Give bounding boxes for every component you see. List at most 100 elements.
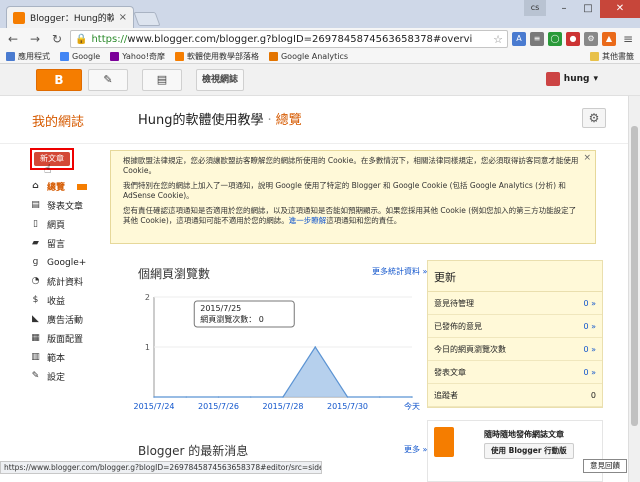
sidebar-item-template[interactable]: ▥ 範本	[30, 348, 130, 367]
tab-close-icon[interactable]: ×	[119, 12, 127, 23]
data-point	[153, 396, 155, 398]
bookmark-item[interactable]: Google Analytics	[268, 52, 348, 61]
new-tab-button[interactable]	[133, 12, 161, 26]
notice-paragraph: 根據歐盟法律規定，您必須讓歐盟訪客瞭解您的網誌所使用的 Cookie。在多數情況…	[123, 156, 579, 175]
bookmarks-bar: 應用程式 Google Yahoo!奇摩 軟體使用教學部落格 Google An…	[0, 50, 640, 64]
x-tick-label: 今天	[404, 401, 420, 411]
sidebar-item-settings[interactable]: ✎ 設定	[30, 367, 130, 386]
followers-count: 0	[590, 390, 596, 400]
bookmark-star-icon[interactable]: ☆	[493, 33, 503, 46]
updates-value-link[interactable]: 0 »	[583, 368, 596, 377]
gear-icon[interactable]: ⚙	[582, 108, 606, 128]
updates-value-link[interactable]: 0 »	[583, 345, 596, 354]
chrome-menu-icon[interactable]: ≡	[620, 32, 636, 46]
hand-cursor-icon: ☝	[44, 162, 52, 176]
blogger-logo-button[interactable]: B	[36, 69, 82, 91]
updates-row: 發表文章 0 »	[428, 361, 602, 384]
translate-extension-icon[interactable]: A	[512, 32, 526, 46]
url-scheme: https://	[91, 33, 128, 45]
posts-list-button[interactable]: ▤	[142, 69, 182, 91]
learn-more-link[interactable]: 進一步瞭解	[289, 216, 327, 225]
user-name: hung	[563, 74, 590, 84]
address-bar[interactable]: 🔒 https://www.blogger.com/blogger.g?blog…	[70, 30, 508, 48]
back-icon[interactable]: ←	[4, 30, 22, 48]
updates-value-link[interactable]: 0 »	[583, 322, 596, 331]
feedback-button[interactable]: 意見回饋	[583, 459, 627, 473]
extension-icon[interactable]: ≡	[530, 32, 544, 46]
data-point	[346, 396, 349, 398]
data-point	[378, 396, 381, 398]
earnings-icon: $	[32, 295, 39, 305]
sidebar-item-layout[interactable]: ▦ 版面配置	[30, 329, 130, 348]
profile-badge[interactable]: cs	[524, 0, 546, 16]
sidebar-item-earnings[interactable]: $ 收益	[30, 291, 130, 310]
tab-title: Blogger：Hung的軟體使	[30, 14, 114, 24]
gray-extension-icon[interactable]: ⚙	[584, 32, 598, 46]
y-tick-label: 2	[145, 293, 150, 302]
avatar	[545, 72, 560, 86]
google-icon	[60, 52, 69, 61]
view-blog-button[interactable]: 檢視網誌	[196, 69, 244, 91]
layout-icon: ▦	[31, 333, 40, 343]
pageviews-chart-svg: 1 2 2015/7/24 2015/7/26 2015/7/28 2015/7/30 今天…	[133, 293, 420, 411]
updates-title: 更新	[428, 261, 602, 292]
bookmark-item[interactable]: 軟體使用教學部落格	[174, 51, 259, 62]
window-controls: cs – □ ✕	[524, 0, 640, 18]
my-blogs-link[interactable]: 我的網誌	[32, 111, 84, 130]
maximize-icon[interactable]: □	[576, 0, 600, 18]
forward-icon[interactable]: →	[26, 30, 44, 48]
scrollbar-thumb[interactable]	[631, 126, 638, 426]
page-icon: ▯	[33, 219, 38, 229]
reload-icon[interactable]: ↻	[48, 30, 66, 48]
updates-panel: 更新 意見待管理 0 » 已發佈的意見 0 » 今日的網頁瀏覽次數 0 » 發表文章 0…	[427, 260, 603, 408]
current-section: 總覽	[275, 113, 302, 128]
pageviews-title: 個網頁瀏覽數	[138, 267, 211, 281]
folder-icon	[590, 52, 599, 61]
lock-icon: 🔒	[75, 33, 88, 45]
red-extension-icon[interactable]: ●	[566, 32, 580, 46]
bookmark-item[interactable]: Google	[60, 52, 100, 61]
new-post-button[interactable]: 新文章	[30, 148, 74, 170]
close-icon[interactable]: ×	[583, 153, 591, 163]
posts-icon: ▤	[31, 200, 40, 210]
close-window-icon[interactable]: ✕	[600, 0, 640, 18]
minimize-icon[interactable]: –	[552, 0, 576, 18]
yahoo-icon	[110, 52, 120, 61]
phone-icon	[434, 427, 454, 457]
more-stats-link[interactable]: 更多統計資料 »	[372, 266, 427, 277]
blogger-top-bar: B ✎ ▤ 檢視網誌 hung ▾	[0, 64, 640, 96]
page-header: 我的網誌 Hung的軟體使用教學 · 總覽	[0, 96, 640, 144]
user-menu[interactable]: hung ▾	[545, 72, 598, 86]
browser-tab[interactable]: Blogger：Hung的軟體使 ×	[6, 6, 134, 28]
vertical-scrollbar[interactable]	[628, 96, 640, 482]
orange-extension-icon[interactable]: ▲	[602, 32, 616, 46]
x-tick-label: 2015/7/26	[198, 402, 239, 411]
green-extension-icon[interactable]: ◯	[548, 32, 562, 46]
updates-value-link[interactable]: 0 »	[583, 299, 596, 308]
data-point	[249, 396, 252, 398]
stats-icon: ◔	[31, 276, 40, 286]
mobile-button[interactable]: 使用 Blogger 行動版	[484, 443, 574, 459]
sidebar-item-gplus[interactable]: g Google+	[30, 253, 130, 272]
browser-tab-strip: Blogger：Hung的軟體使 × cs – □ ✕	[0, 0, 640, 28]
mobile-promo-title: 隨時隨地發佈網誌文章	[484, 430, 564, 439]
sidebar-item-stats[interactable]: ◔ 統計資料	[30, 272, 130, 291]
data-point	[411, 396, 413, 398]
bookmark-item[interactable]: 應用程式	[6, 51, 50, 62]
data-point	[217, 396, 220, 398]
notice-paragraph: 我們特別在您的網誌上加入了一項通知，說明 Google 使用了特定的 Blogg…	[123, 181, 566, 200]
updates-row: 已發佈的意見 0 »	[428, 315, 602, 338]
sidebar-item-campaigns[interactable]: ◣ 廣告活動	[30, 310, 130, 329]
mobile-promo: 隨時隨地發佈網誌文章 使用 Blogger 行動版	[427, 420, 603, 482]
bookmark-item[interactable]: Yahoo!奇摩	[110, 51, 165, 62]
blog-name: Hung的軟體使用教學	[138, 113, 264, 128]
tooltip-value: 網頁瀏覽次數： 0	[200, 314, 264, 324]
data-point	[185, 396, 188, 398]
other-bookmarks[interactable]: 其他書籤	[590, 51, 634, 62]
data-point	[314, 346, 317, 348]
pageviews-line	[154, 345, 412, 398]
cookie-notice: × 根據歐盟法律規定，您必須讓歐盟訪客瞭解您的網誌所使用的 Cookie。在多數…	[110, 150, 596, 244]
new-post-pencil-button[interactable]: ✎	[88, 69, 128, 91]
news-more-link[interactable]: 更多 »	[404, 444, 427, 455]
analytics-icon	[268, 52, 278, 61]
